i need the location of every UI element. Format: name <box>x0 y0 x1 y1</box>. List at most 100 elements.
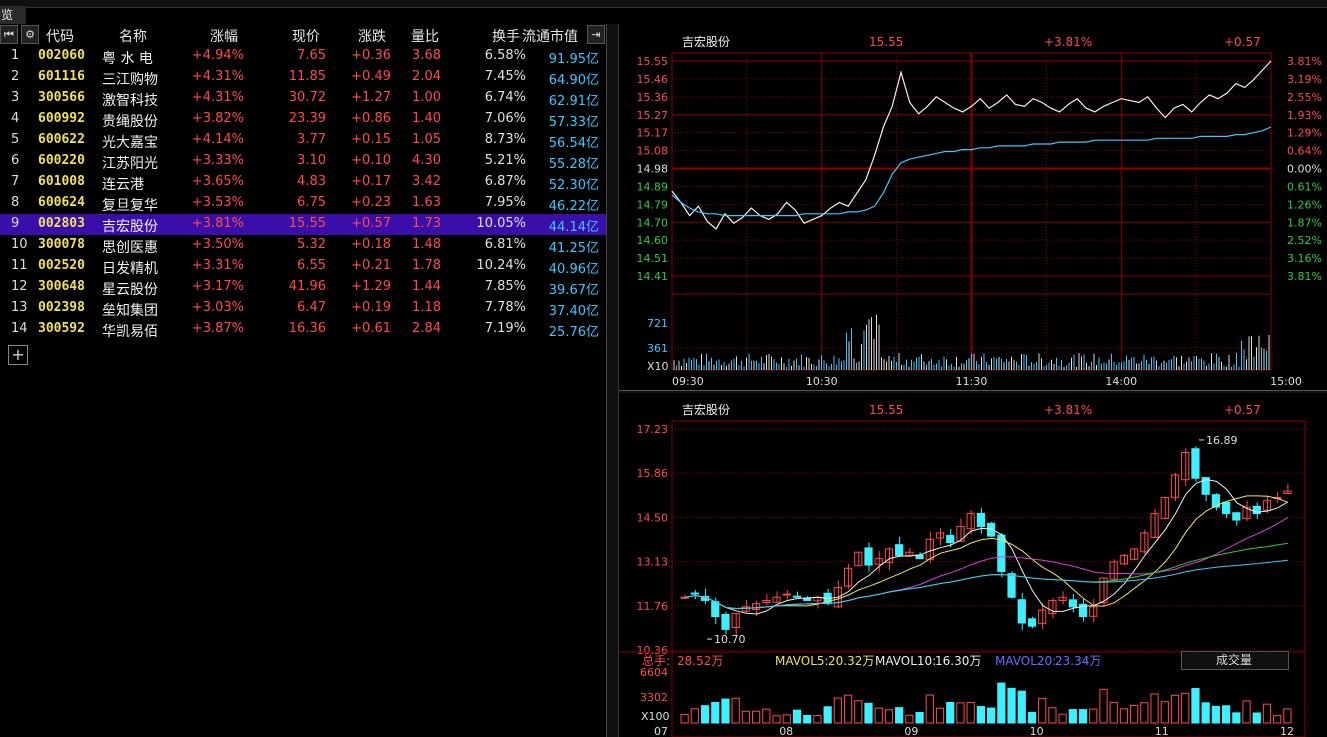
cell-vr: 1.73 <box>412 216 441 231</box>
candle-body <box>1007 573 1016 598</box>
ma-line <box>685 559 1288 610</box>
table-row[interactable]: 7 601008 连云港 +3.65% 4.83 +0.17 3.42 6.87% 52.30亿 <box>0 172 606 193</box>
cell-mc: 44.14亿 <box>548 220 599 235</box>
volume-legend-ma5_label: MAVOL5: <box>775 654 829 668</box>
cell-vr: 2.84 <box>412 321 441 336</box>
table-row[interactable]: 8 600624 复旦复华 +3.53% 6.75 +0.23 1.63 7.95% 46.22… <box>0 193 606 214</box>
cell-tr: 7.85% <box>484 279 526 294</box>
intraday-chart-svg: 吉宏股份 15.55 +3.81% +0.57 15.55 3.81% 15.46 3.19%… <box>637 34 1323 388</box>
first-page-icon[interactable]: ⏮ <box>0 25 18 44</box>
volume-bar <box>895 707 904 724</box>
cell-chg: +1.29 <box>351 279 391 294</box>
volume-bar <box>987 707 996 724</box>
cell-idx: 7 <box>11 174 20 189</box>
tab-overview[interactable]: 览 <box>0 6 26 24</box>
volume-legend-ma20_label: MAVOL20: <box>995 654 1056 668</box>
volume-tick: 6604 <box>640 666 668 679</box>
pct-tick: 2.55% <box>1287 91 1322 104</box>
table-row[interactable]: 2 601116 三江购物 +4.31% 11.85 +0.49 2.04 7.45% 64.9… <box>0 67 606 88</box>
cell-vr: 1.63 <box>412 195 441 210</box>
header-price[interactable]: 现价 <box>292 26 320 46</box>
cell-price: 3.10 <box>297 153 326 168</box>
cell-code: 600992 <box>38 111 85 126</box>
volume-bar <box>884 709 894 724</box>
header-mc[interactable]: 流通市值 <box>522 26 578 46</box>
cell-price: 7.65 <box>297 48 326 63</box>
date-tick: 09 <box>904 725 918 737</box>
pct-tick: 1.93% <box>1287 109 1322 122</box>
header-pct[interactable]: 涨幅 <box>210 26 238 46</box>
intraday-chart[interactable]: 吉宏股份 15.55 +3.81% +0.57 15.55 3.81% 15.46 3.19%… <box>619 24 1327 390</box>
panel-splitter[interactable] <box>606 24 619 737</box>
date-tick: 12 <box>1280 725 1294 737</box>
cell-idx: 11 <box>11 258 28 273</box>
cell-tr: 6.58% <box>484 48 526 63</box>
volume-bar <box>792 709 802 724</box>
table-row[interactable]: 3 300566 激智科技 +4.31% 30.72 +1.27 1.00 6.74% 62.9… <box>0 88 606 109</box>
header-vr[interactable]: 量比 <box>411 26 439 46</box>
cell-mc: 56.54亿 <box>548 136 599 151</box>
cell-code: 300566 <box>38 90 85 105</box>
candle-body <box>1017 599 1026 624</box>
cell-mc: 64.90亿 <box>548 73 599 88</box>
price-tick: 15.17 <box>637 127 669 140</box>
cell-tr: 6.81% <box>484 237 526 252</box>
cell-vr: 1.18 <box>412 300 441 315</box>
cell-vr: 1.40 <box>412 111 441 126</box>
table-row[interactable]: 11 002520 日发精机 +3.31% 6.55 +0.21 1.78 10.24% 40.… <box>0 256 606 277</box>
header-tr[interactable]: 换手 <box>492 26 520 46</box>
table-row[interactable]: 5 600622 光大嘉宝 +4.14% 3.77 +0.15 1.05 8.73% 56.54… <box>0 130 606 151</box>
volume-legend-ma20: 23.34万 <box>1055 654 1101 668</box>
cell-mc: 91.95亿 <box>548 52 599 67</box>
volume-unit: X10 <box>647 360 669 373</box>
header-name[interactable]: 名称 <box>119 26 147 46</box>
cell-code: 600624 <box>38 195 85 210</box>
table-row[interactable]: 10 300078 思创医惠 +3.50% 5.32 +0.18 1.48 6.81% 41.2… <box>0 235 606 256</box>
table-row[interactable]: 12 300648 星云股份 +3.17% 41.96 +1.29 1.44 7.85% 39.… <box>0 277 606 298</box>
cell-mc: 55.28亿 <box>548 157 599 172</box>
pct-tick: 0.00% <box>1287 163 1322 176</box>
list-header: ⏮ ⚙ 代码 名称 涨幅 现价 涨跌 量比 换手 流通市值 ⇥ <box>0 24 606 46</box>
time-tick: 14:00 <box>1105 375 1137 388</box>
indicator-dropdown[interactable]: 成交量 <box>1181 651 1289 670</box>
table-row[interactable]: 6 600220 江苏阳光 +3.33% 3.10 +0.10 4.30 5.21% 55.28… <box>0 151 606 172</box>
candle-body <box>803 597 812 601</box>
cell-name: 贵绳股份 <box>102 114 158 130</box>
cell-idx: 3 <box>11 90 20 105</box>
kline-chart[interactable]: 吉宏股份 15.55 +3.81% +0.57 17.23 15.86 14.50 13.13… <box>619 393 1327 737</box>
time-tick: 10:30 <box>806 375 838 388</box>
table-row[interactable]: 13 002398 垒知集团 +3.03% 6.47 +0.19 1.18 7.78% 37.4… <box>0 298 606 319</box>
cell-mc: 57.33亿 <box>548 115 599 130</box>
header-chg[interactable]: 涨跌 <box>358 26 386 46</box>
candle-body <box>895 544 904 556</box>
quote-name: 吉宏股份 <box>682 402 730 417</box>
cell-tr: 7.19% <box>484 321 526 336</box>
volume-bar <box>1078 709 1088 724</box>
cell-code: 600622 <box>38 132 85 147</box>
candle-body <box>864 547 873 566</box>
volume-bar <box>915 711 924 724</box>
volume-bar <box>854 700 863 724</box>
table-row[interactable]: 4 600992 贵绳股份 +3.82% 23.39 +0.86 1.40 7.06% 57.3… <box>0 109 606 130</box>
header-code[interactable]: 代码 <box>46 26 74 46</box>
table-row[interactable]: 14 300592 华凯易佰 +3.87% 16.36 +0.61 2.84 7.19% 25.… <box>0 319 606 340</box>
cell-price: 6.47 <box>297 300 326 315</box>
cell-code: 300078 <box>38 237 85 252</box>
cell-idx: 6 <box>11 153 20 168</box>
gear-icon[interactable]: ⚙ <box>21 25 39 44</box>
table-row[interactable]: 9 002803 吉宏股份 +3.81% 15.55 +0.57 1.73 10.05% 44.… <box>0 214 606 235</box>
cell-idx: 2 <box>11 69 20 84</box>
ma-line <box>685 478 1289 615</box>
add-stock-icon[interactable]: + <box>8 345 28 365</box>
cell-price: 23.39 <box>288 111 326 126</box>
table-row[interactable]: 1 002060 粤 水 电 +4.94% 7.65 +0.36 3.68 6.58% 91.9… <box>0 46 606 67</box>
price-tick: 14.51 <box>637 252 669 265</box>
cell-pct: +3.33% <box>191 153 244 168</box>
cell-chg: +0.10 <box>351 153 391 168</box>
volume-legend-ma5: 20.32万 <box>828 654 874 668</box>
cell-mc: 41.25亿 <box>548 241 599 256</box>
cell-code: 002520 <box>38 258 85 273</box>
next-column-icon[interactable]: ⇥ <box>587 25 605 44</box>
cell-name: 星云股份 <box>102 282 158 298</box>
volume-bar <box>813 715 822 724</box>
